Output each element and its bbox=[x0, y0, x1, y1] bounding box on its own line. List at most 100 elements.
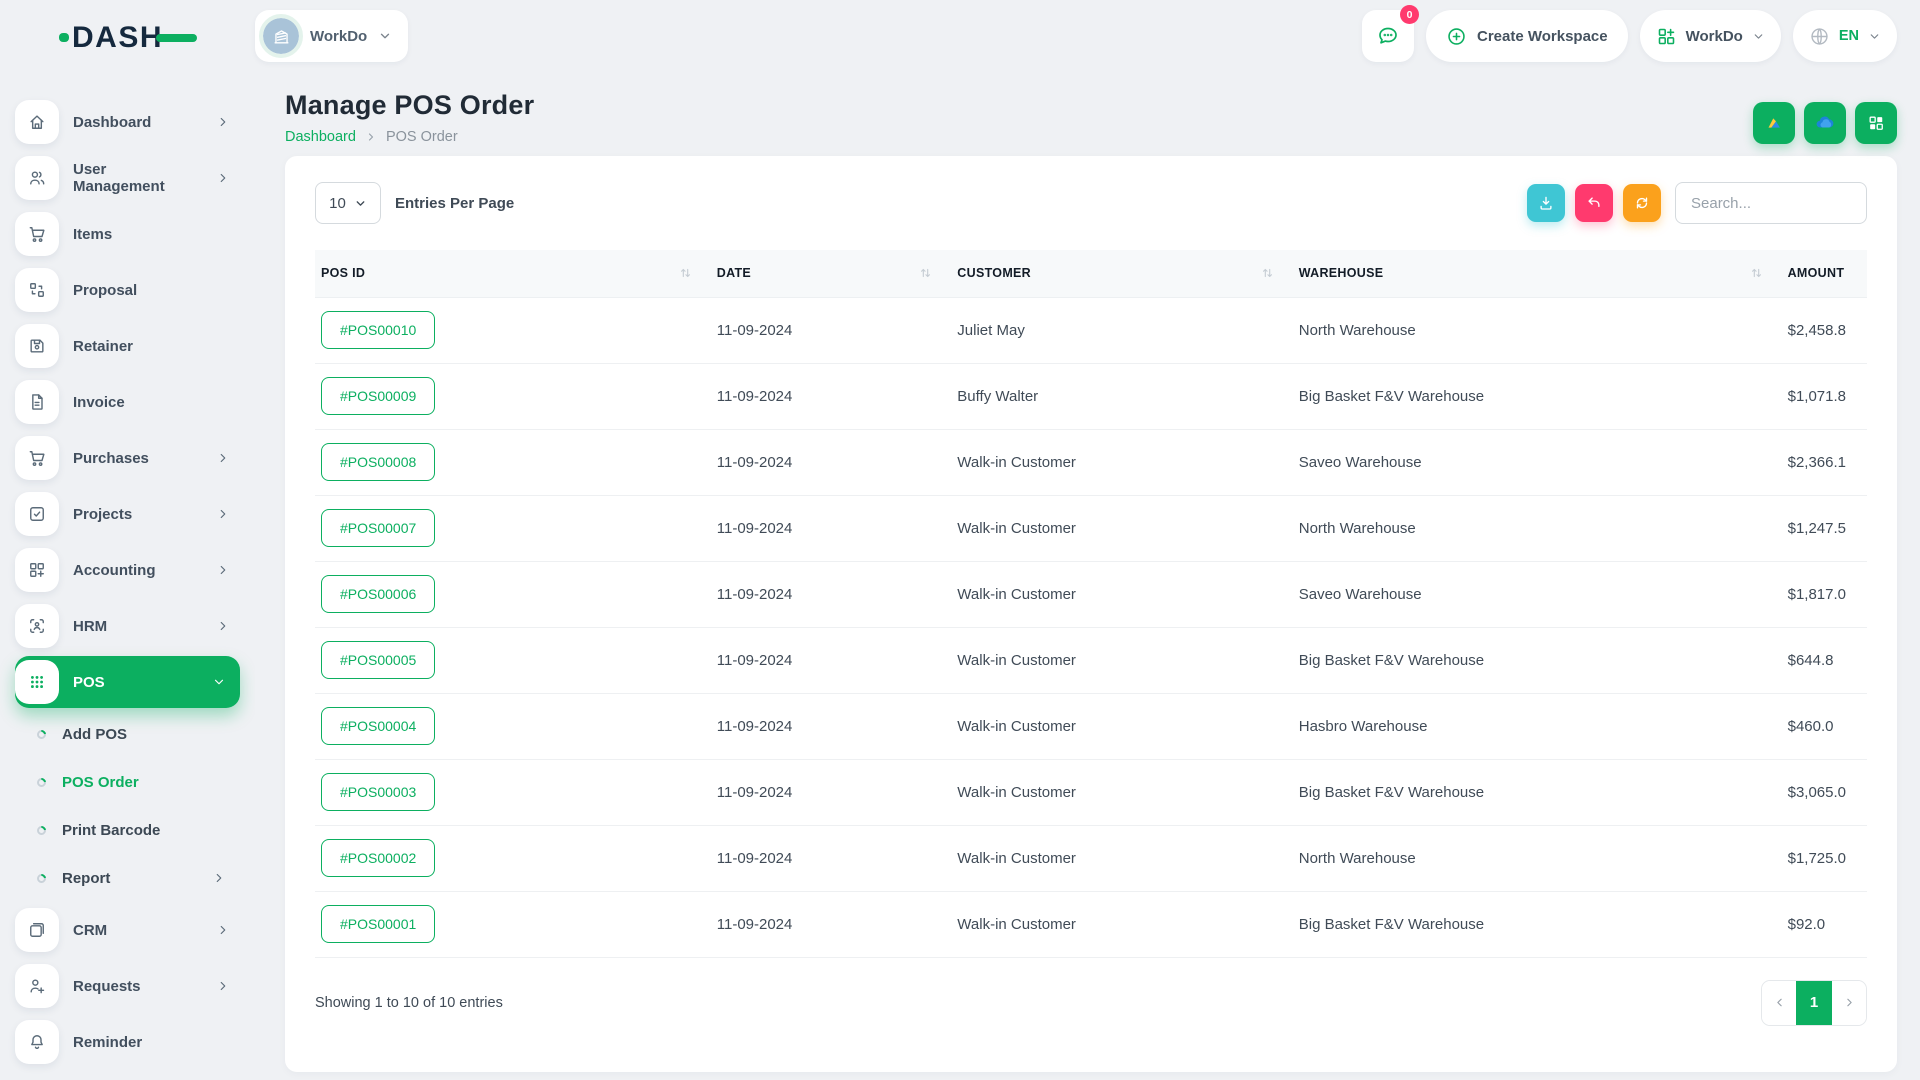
column-header-amount[interactable]: AMOUNT bbox=[1782, 250, 1867, 297]
customer-cell: Buffy Walter bbox=[951, 363, 1292, 429]
column-header-customer[interactable]: CUSTOMER bbox=[951, 250, 1292, 297]
sidebar-item-pos[interactable]: POS bbox=[15, 656, 240, 708]
customer-cell: Walk-in Customer bbox=[951, 693, 1292, 759]
pos-id-link[interactable]: #POS00002 bbox=[321, 839, 435, 877]
brand-logo[interactable]: DASH bbox=[0, 16, 255, 56]
refresh-button[interactable] bbox=[1623, 184, 1661, 222]
submenu-item-report[interactable]: Report bbox=[15, 856, 240, 900]
customer-cell: Walk-in Customer bbox=[951, 561, 1292, 627]
table-row: #POS00001 11-09-2024 Walk-in Customer Bi… bbox=[315, 891, 1867, 957]
hrm-icon bbox=[15, 604, 59, 648]
undo-icon bbox=[1585, 194, 1603, 212]
column-header-warehouse[interactable]: WAREHOUSE bbox=[1293, 250, 1782, 297]
warehouse-cell: Big Basket F&V Warehouse bbox=[1293, 627, 1782, 693]
warehouse-cell: Saveo Warehouse bbox=[1293, 429, 1782, 495]
chevron-down-icon bbox=[1752, 30, 1765, 43]
breadcrumb: Dashboard POS Order bbox=[285, 128, 534, 146]
chevron-left-icon bbox=[1773, 996, 1786, 1009]
workspace-name: WorkDo bbox=[310, 28, 367, 45]
sidebar-item-invoice[interactable]: Invoice bbox=[15, 376, 240, 428]
create-workspace-button[interactable]: Create Workspace bbox=[1426, 10, 1628, 62]
onedrive-export-button[interactable] bbox=[1804, 102, 1846, 144]
bullet-icon bbox=[35, 872, 48, 885]
sidebar-item-accounting[interactable]: Accounting bbox=[15, 544, 240, 596]
sort-icon bbox=[1262, 266, 1273, 280]
table-row: #POS00009 11-09-2024 Buffy Walter Big Ba… bbox=[315, 363, 1867, 429]
breadcrumb-dashboard-link[interactable]: Dashboard bbox=[285, 129, 356, 145]
messages-button[interactable]: 0 bbox=[1362, 10, 1414, 62]
table-row: #POS00004 11-09-2024 Walk-in Customer Ha… bbox=[315, 693, 1867, 759]
date-cell: 11-09-2024 bbox=[711, 495, 952, 561]
export-button[interactable] bbox=[1527, 184, 1565, 222]
submenu-item-add-pos[interactable]: Add POS bbox=[15, 712, 240, 756]
sidebar-item-projects[interactable]: Projects bbox=[15, 488, 240, 540]
invoice-icon bbox=[15, 380, 59, 424]
pos-order-table: POS ID DATE CUSTOMER bbox=[315, 250, 1867, 958]
message-icon bbox=[1376, 24, 1400, 48]
date-cell: 11-09-2024 bbox=[711, 759, 952, 825]
cart-icon bbox=[15, 212, 59, 256]
refresh-icon bbox=[1633, 194, 1651, 212]
pos-id-link[interactable]: #POS00006 bbox=[321, 575, 435, 613]
sidebar-item-user-management[interactable]: User Management bbox=[15, 152, 240, 204]
sidebar-item-reminder[interactable]: Reminder bbox=[15, 1016, 240, 1068]
table-row: #POS00008 11-09-2024 Walk-in Customer Sa… bbox=[315, 429, 1867, 495]
chevron-right-icon bbox=[216, 451, 230, 465]
warehouse-cell: Big Basket F&V Warehouse bbox=[1293, 363, 1782, 429]
customer-cell: Walk-in Customer bbox=[951, 759, 1292, 825]
sort-icon bbox=[1751, 266, 1762, 280]
customer-cell: Walk-in Customer bbox=[951, 627, 1292, 693]
messages-badge: 0 bbox=[1400, 5, 1419, 24]
table-row: #POS00002 11-09-2024 Walk-in Customer No… bbox=[315, 825, 1867, 891]
date-cell: 11-09-2024 bbox=[711, 891, 952, 957]
pos-id-link[interactable]: #POS00009 bbox=[321, 377, 435, 415]
previous-page-button[interactable] bbox=[1762, 981, 1796, 1025]
sidebar-item-proposal[interactable]: Proposal bbox=[15, 264, 240, 316]
language-label: EN bbox=[1839, 28, 1859, 44]
workdo-apps-menu[interactable]: WorkDo bbox=[1640, 10, 1781, 62]
pos-id-link[interactable]: #POS00008 bbox=[321, 443, 435, 481]
workdo-menu-label: WorkDo bbox=[1686, 28, 1743, 45]
pos-id-link[interactable]: #POS00010 bbox=[321, 311, 435, 349]
pos-id-link[interactable]: #POS00007 bbox=[321, 509, 435, 547]
pos-id-link[interactable]: #POS00005 bbox=[321, 641, 435, 679]
amount-cell: $1,725.0 bbox=[1782, 825, 1867, 891]
apps-grid-icon bbox=[1656, 26, 1677, 47]
next-page-button[interactable] bbox=[1832, 981, 1866, 1025]
language-selector[interactable]: EN bbox=[1793, 10, 1897, 62]
undo-button[interactable] bbox=[1575, 184, 1613, 222]
sidebar-item-items[interactable]: Items bbox=[15, 208, 240, 260]
entries-per-page-select[interactable]: 10 bbox=[315, 182, 381, 224]
sidebar-item-retainer[interactable]: Retainer bbox=[15, 320, 240, 372]
pos-id-link[interactable]: #POS00004 bbox=[321, 707, 435, 745]
submenu-item-print-barcode[interactable]: Print Barcode bbox=[15, 808, 240, 852]
warehouse-cell: North Warehouse bbox=[1293, 495, 1782, 561]
pos-id-link[interactable]: #POS00001 bbox=[321, 905, 435, 943]
submenu-item-pos-order[interactable]: POS Order bbox=[15, 760, 240, 804]
column-header-date[interactable]: DATE bbox=[711, 250, 952, 297]
pos-grid-icon bbox=[15, 660, 59, 704]
proposal-icon bbox=[15, 268, 59, 312]
grid-view-button[interactable] bbox=[1855, 102, 1897, 144]
bullet-icon bbox=[35, 728, 48, 741]
retainer-icon bbox=[15, 324, 59, 368]
sidebar-item-requests[interactable]: Requests bbox=[15, 960, 240, 1012]
sidebar-item-purchases[interactable]: Purchases bbox=[15, 432, 240, 484]
accounting-icon bbox=[15, 548, 59, 592]
table-row: #POS00007 11-09-2024 Walk-in Customer No… bbox=[315, 495, 1867, 561]
sidebar-item-dashboard[interactable]: Dashboard bbox=[15, 96, 240, 148]
search-input[interactable] bbox=[1675, 182, 1867, 224]
amount-cell: $3,065.0 bbox=[1782, 759, 1867, 825]
sidebar-item-hrm[interactable]: HRM bbox=[15, 600, 240, 652]
workspace-selector[interactable]: WorkDo bbox=[255, 10, 408, 62]
pos-id-link[interactable]: #POS00003 bbox=[321, 773, 435, 811]
customer-cell: Walk-in Customer bbox=[951, 429, 1292, 495]
column-header-pos-id[interactable]: POS ID bbox=[315, 250, 711, 297]
sidebar-item-crm[interactable]: CRM bbox=[15, 904, 240, 956]
page-number-button[interactable]: 1 bbox=[1796, 981, 1832, 1025]
chevron-right-icon bbox=[216, 979, 230, 993]
table-row: #POS00010 11-09-2024 Juliet May North Wa… bbox=[315, 297, 1867, 363]
google-drive-export-button[interactable] bbox=[1753, 102, 1795, 144]
chevron-right-icon bbox=[365, 131, 377, 143]
warehouse-cell: North Warehouse bbox=[1293, 297, 1782, 363]
